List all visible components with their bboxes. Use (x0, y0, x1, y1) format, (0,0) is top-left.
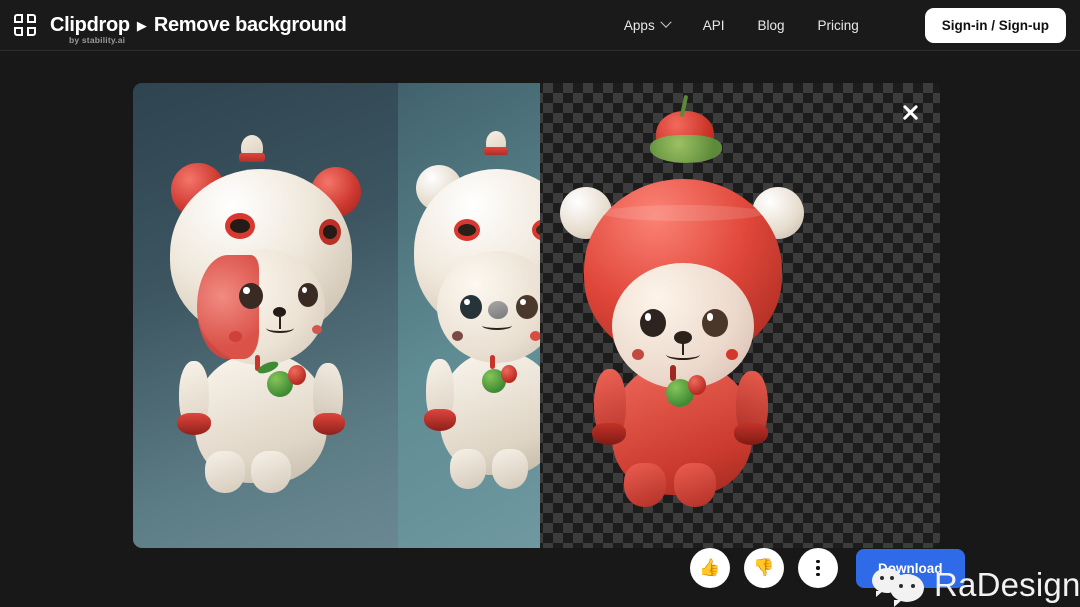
character-mitten-left (177, 413, 211, 435)
character-knob-band (239, 153, 265, 162)
character-mitten-right (313, 413, 345, 435)
character3-mitten-right (734, 423, 768, 445)
character2-eye-left (460, 295, 482, 319)
character2-hood-button-left (454, 219, 480, 241)
brand-name: Clipdrop (50, 13, 130, 36)
character-leg-right (251, 451, 291, 493)
character-cheek-right (312, 325, 322, 334)
character-mouth (266, 323, 294, 333)
character2-cheek-right (530, 331, 540, 341)
hood-button-right (319, 219, 341, 245)
chevron-down-icon (660, 16, 672, 28)
nav-item-blog[interactable]: Blog (757, 18, 784, 33)
character3-cheek-right (726, 349, 738, 360)
character3-cheek-left (632, 349, 644, 360)
character3-mitten-left (592, 423, 626, 445)
nav-item-label: Blog (757, 17, 785, 33)
character3-eye-left (640, 309, 666, 337)
character2-pendant-red (501, 365, 517, 383)
character3-face (612, 263, 754, 389)
panel-original-image (133, 83, 398, 548)
character-leg-left (205, 451, 245, 493)
character2-mitten-left (424, 409, 456, 431)
character3-leg-right (674, 463, 716, 507)
brand-logo-group[interactable]: Clipdrop ▶ Remove background by stabilit… (12, 12, 347, 45)
nav-item-pricing[interactable]: Pricing (818, 18, 859, 33)
character-cheek-left (229, 331, 242, 342)
character-eye-left (239, 283, 263, 309)
main-nav: Apps API Blog Pricing Sign-in / Sign-up (623, 7, 1080, 43)
character3-pendant-red (688, 375, 706, 395)
character2-knob-band (484, 147, 508, 155)
nav-item-label: API (702, 17, 725, 33)
result-action-bar: 👍 👎 Download (690, 548, 965, 588)
nav-item-apps[interactable]: Apps (623, 16, 672, 33)
page-title: Remove background (153, 13, 347, 36)
panel-comparison-strip (398, 83, 540, 548)
character2-leg-right (492, 449, 528, 489)
nav-item-label: Pricing (817, 17, 859, 33)
signin-signup-button[interactable]: Sign-in / Sign-up (924, 7, 1066, 43)
character3-mouth (666, 349, 700, 360)
download-button[interactable]: Download (856, 548, 965, 588)
character2-mouth (482, 321, 512, 330)
thumbs-up-button[interactable]: 👍 (690, 548, 730, 588)
close-icon[interactable] (897, 100, 923, 126)
character2-leg-left (450, 449, 486, 489)
more-options-button[interactable] (798, 548, 838, 588)
pendant-red-fruit (288, 365, 306, 385)
editor-stage: 👍 👎 Download RaDesign (0, 51, 1080, 607)
crop-frame-icon (12, 12, 38, 38)
hood-button-left (225, 213, 255, 239)
character2-eye-right (516, 295, 538, 319)
character3-eye-right (702, 309, 728, 337)
nav-item-api[interactable]: API (703, 18, 725, 33)
top-navigation-bar: Clipdrop ▶ Remove background by stabilit… (0, 0, 1080, 51)
image-result-viewer[interactable] (133, 83, 940, 548)
thumbs-down-button[interactable]: 👎 (744, 548, 784, 588)
panel-transparent-result (540, 83, 940, 548)
more-vertical-icon (816, 559, 820, 577)
strawberry-leaves (650, 135, 722, 163)
character-eye-right (298, 283, 318, 307)
character2-nose (488, 301, 508, 319)
character2-pendant-string (490, 355, 495, 369)
brand-subtitle: by stability.ai (69, 34, 126, 45)
breadcrumb-arrow-icon: ▶ (136, 17, 147, 33)
character3-leg-left (624, 463, 666, 507)
nav-item-label: Apps (623, 17, 655, 33)
character2-cheek-left (452, 331, 463, 341)
character3-hood-seam (602, 205, 764, 221)
